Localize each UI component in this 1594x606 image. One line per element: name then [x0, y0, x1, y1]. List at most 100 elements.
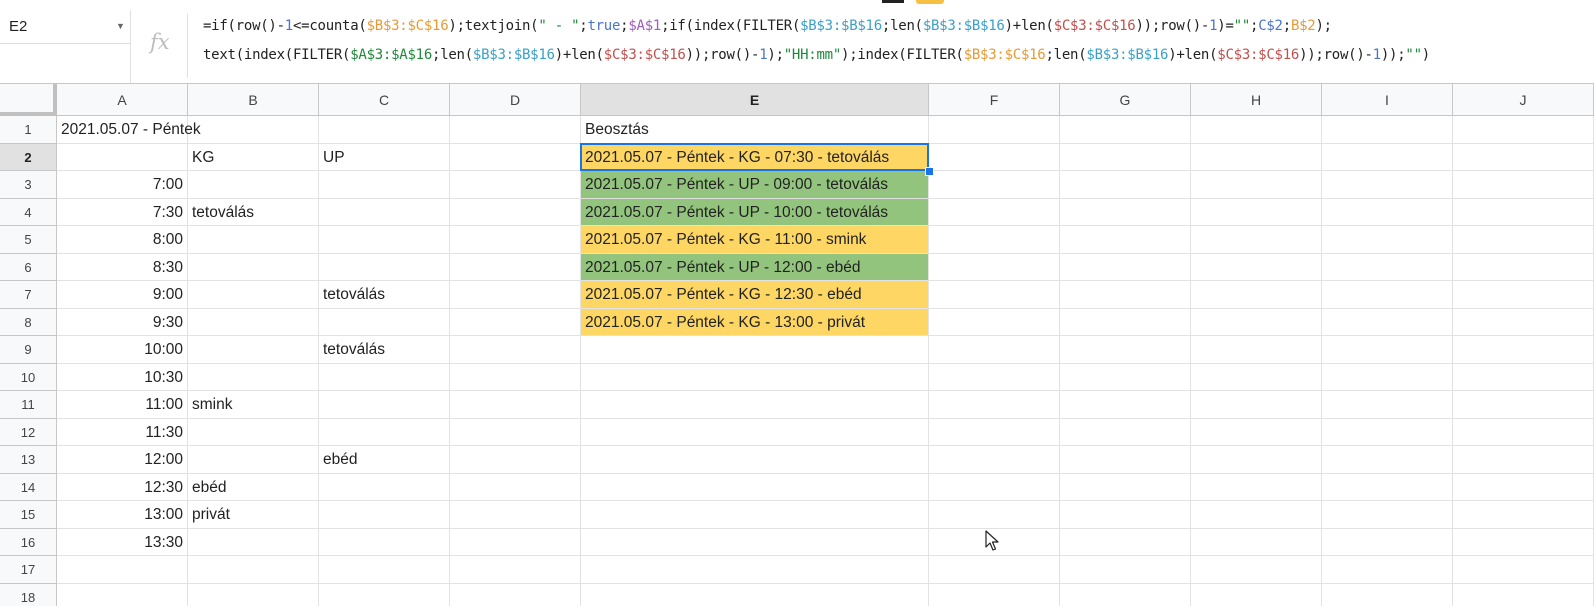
row-header-15[interactable]: 15: [0, 501, 57, 529]
cell-g18[interactable]: [1060, 583, 1191, 606]
cell-f15[interactable]: [929, 501, 1060, 529]
row-header-5[interactable]: 5: [0, 226, 57, 254]
cell-h1[interactable]: [1191, 116, 1322, 144]
cell-b16[interactable]: [188, 528, 319, 556]
cell-i12[interactable]: [1322, 418, 1453, 446]
cell-i13[interactable]: [1322, 446, 1453, 474]
cell-c14[interactable]: [319, 473, 450, 501]
cell-d14[interactable]: [450, 473, 581, 501]
cell-e17[interactable]: [581, 556, 929, 584]
row-header-13[interactable]: 13: [0, 446, 57, 474]
row-header-18[interactable]: 18: [0, 583, 57, 606]
cell-e3[interactable]: 2021.05.07 - Péntek - UP - 09:00 - tetov…: [581, 171, 929, 199]
cell-b10[interactable]: [188, 363, 319, 391]
cell-i16[interactable]: [1322, 528, 1453, 556]
cell-g12[interactable]: [1060, 418, 1191, 446]
row-header-7[interactable]: 7: [0, 281, 57, 309]
column-header-b[interactable]: B: [188, 84, 319, 116]
cell-g2[interactable]: [1060, 143, 1191, 171]
cell-d5[interactable]: [450, 226, 581, 254]
cell-h12[interactable]: [1191, 418, 1322, 446]
cell-a17[interactable]: [57, 556, 188, 584]
cell-j5[interactable]: [1453, 226, 1594, 254]
row-header-2[interactable]: 2: [0, 143, 57, 171]
cell-j2[interactable]: [1453, 143, 1594, 171]
cell-e10[interactable]: [581, 363, 929, 391]
formula-input-line-1[interactable]: =if(row()-1<=counta($B$3:$C$16);textjoin…: [203, 18, 1332, 34]
cell-g14[interactable]: [1060, 473, 1191, 501]
cell-b4[interactable]: tetoválás: [188, 198, 319, 226]
cell-i7[interactable]: [1322, 281, 1453, 309]
cell-f14[interactable]: [929, 473, 1060, 501]
cell-a5[interactable]: 8:00: [57, 226, 188, 254]
cell-d4[interactable]: [450, 198, 581, 226]
row-header-12[interactable]: 12: [0, 418, 57, 446]
cell-j15[interactable]: [1453, 501, 1594, 529]
cell-f8[interactable]: [929, 308, 1060, 336]
cell-d11[interactable]: [450, 391, 581, 419]
cell-d6[interactable]: [450, 253, 581, 281]
cell-f3[interactable]: [929, 171, 1060, 199]
cell-i6[interactable]: [1322, 253, 1453, 281]
cell-e18[interactable]: [581, 583, 929, 606]
cell-f7[interactable]: [929, 281, 1060, 309]
cell-h11[interactable]: [1191, 391, 1322, 419]
row-header-9[interactable]: 9: [0, 336, 57, 364]
row-header-11[interactable]: 11: [0, 391, 57, 419]
cell-b11[interactable]: smink: [188, 391, 319, 419]
cell-d3[interactable]: [450, 171, 581, 199]
cell-h13[interactable]: [1191, 446, 1322, 474]
cell-c3[interactable]: [319, 171, 450, 199]
cell-b5[interactable]: [188, 226, 319, 254]
cell-f13[interactable]: [929, 446, 1060, 474]
cell-j9[interactable]: [1453, 336, 1594, 364]
cell-g10[interactable]: [1060, 363, 1191, 391]
cell-h2[interactable]: [1191, 143, 1322, 171]
cell-a16[interactable]: 13:30: [57, 528, 188, 556]
cell-b8[interactable]: [188, 308, 319, 336]
cell-f1[interactable]: [929, 116, 1060, 144]
cell-e7[interactable]: 2021.05.07 - Péntek - KG - 12:30 - ebéd: [581, 281, 929, 309]
cell-g17[interactable]: [1060, 556, 1191, 584]
cell-i14[interactable]: [1322, 473, 1453, 501]
cell-d18[interactable]: [450, 583, 581, 606]
cell-d10[interactable]: [450, 363, 581, 391]
cell-c16[interactable]: [319, 528, 450, 556]
row-header-4[interactable]: 4: [0, 198, 57, 226]
cell-c9[interactable]: tetoválás: [319, 336, 450, 364]
cell-b1[interactable]: [188, 116, 319, 144]
row-header-3[interactable]: 3: [0, 171, 57, 199]
cell-h14[interactable]: [1191, 473, 1322, 501]
cell-c13[interactable]: ebéd: [319, 446, 450, 474]
cell-h5[interactable]: [1191, 226, 1322, 254]
cell-h9[interactable]: [1191, 336, 1322, 364]
cell-i4[interactable]: [1322, 198, 1453, 226]
cell-f18[interactable]: [929, 583, 1060, 606]
cell-f6[interactable]: [929, 253, 1060, 281]
cell-c12[interactable]: [319, 418, 450, 446]
chevron-down-icon[interactable]: ▼: [116, 21, 125, 31]
cell-d16[interactable]: [450, 528, 581, 556]
cell-h3[interactable]: [1191, 171, 1322, 199]
cell-h6[interactable]: [1191, 253, 1322, 281]
cell-i17[interactable]: [1322, 556, 1453, 584]
cell-h17[interactable]: [1191, 556, 1322, 584]
cell-e12[interactable]: [581, 418, 929, 446]
cell-d12[interactable]: [450, 418, 581, 446]
cell-e2[interactable]: 2021.05.07 - Péntek - KG - 07:30 - tetov…: [581, 143, 929, 171]
cell-j13[interactable]: [1453, 446, 1594, 474]
column-header-c[interactable]: C: [319, 84, 450, 116]
row-header-10[interactable]: 10: [0, 363, 57, 391]
cell-a3[interactable]: 7:00: [57, 171, 188, 199]
cell-j14[interactable]: [1453, 473, 1594, 501]
column-header-f[interactable]: F: [929, 84, 1060, 116]
cell-f2[interactable]: [929, 143, 1060, 171]
cell-h8[interactable]: [1191, 308, 1322, 336]
cell-a2[interactable]: [57, 143, 188, 171]
row-header-1[interactable]: 1: [0, 116, 57, 144]
cell-j3[interactable]: [1453, 171, 1594, 199]
cell-j4[interactable]: [1453, 198, 1594, 226]
cell-g7[interactable]: [1060, 281, 1191, 309]
cell-d7[interactable]: [450, 281, 581, 309]
cell-a15[interactable]: 13:00: [57, 501, 188, 529]
